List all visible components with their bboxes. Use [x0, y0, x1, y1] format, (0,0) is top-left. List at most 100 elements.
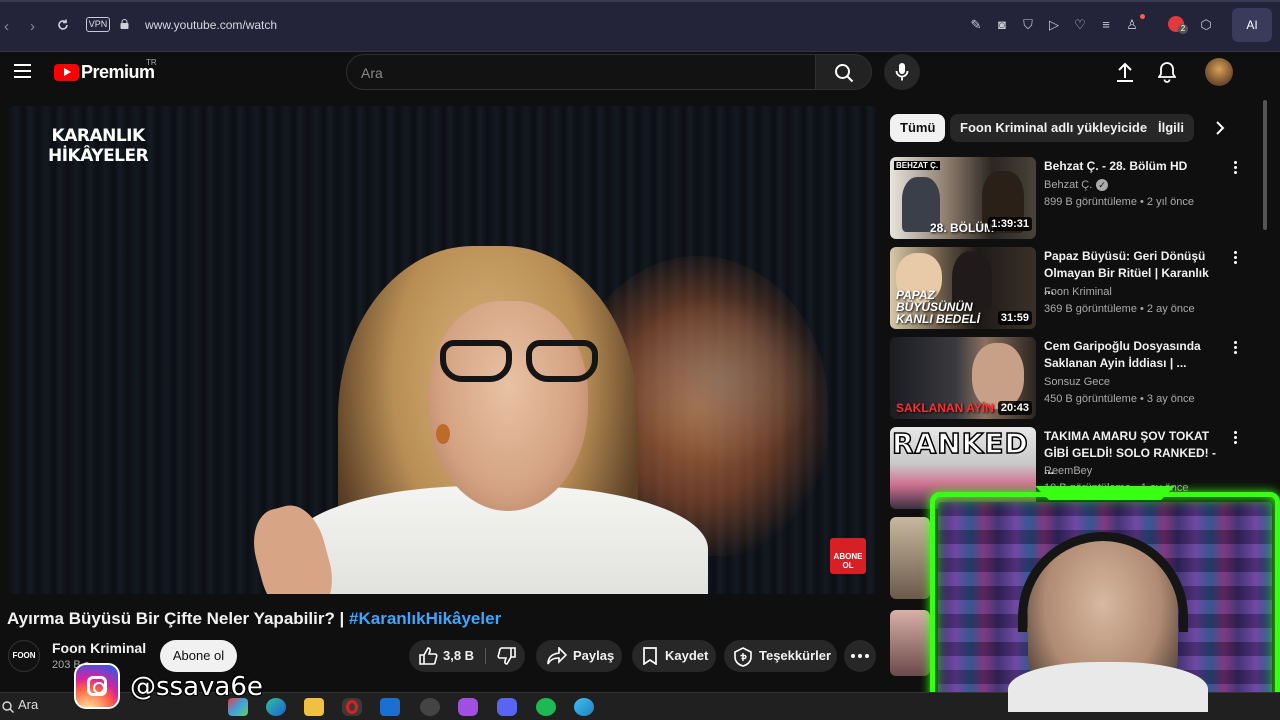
- search-button[interactable]: [816, 54, 872, 90]
- youtube-logo-icon[interactable]: [54, 64, 79, 81]
- thumbs-up-icon: [419, 647, 438, 665]
- youtube-header: Premium TR Ara: [0, 52, 1280, 92]
- video-title: Ayırma Büyüsü Bir Çifte Neler Yapabilir?…: [7, 609, 501, 629]
- rec-thumbnail-3[interactable]: SAKLANAN AYİN 20:43: [890, 337, 1036, 419]
- rec-channel-name: Behzat Ç.: [1044, 179, 1093, 191]
- rec-more-icon[interactable]: [1232, 161, 1238, 177]
- rec-more-icon[interactable]: [1232, 431, 1238, 447]
- upload-icon[interactable]: [1116, 62, 1134, 82]
- chip-from-uploader[interactable]: Foon Kriminal adlı yükleyiciden: [950, 114, 1166, 142]
- like-divider: [485, 648, 486, 664]
- channel-avatar[interactable]: FOON: [8, 640, 40, 672]
- lock-icon[interactable]: [120, 19, 129, 29]
- opera-icon[interactable]: [342, 698, 362, 716]
- taskbar-search-icon[interactable]: [2, 701, 14, 713]
- webcam-shirt: [1008, 662, 1208, 712]
- instagram-handle: @ssava6e: [130, 672, 263, 702]
- taskbar-search[interactable]: Ara: [18, 697, 38, 712]
- page-scrollbar[interactable]: [1263, 100, 1267, 230]
- hashtag-link[interactable]: #KaranlıkHikâyeler: [349, 609, 501, 628]
- bookmark-icon: [643, 647, 657, 665]
- browser-toolbar: ‹ › VPN www.youtube.com/watch ✎ ◙ ⛉ ▷ ♡ …: [0, 0, 1280, 52]
- speaker-glasses: [440, 340, 608, 386]
- thumb-caption: PAPAZ BÜYÜSÜNÜN KANLI BEDELİ: [896, 288, 980, 326]
- country-code: TR: [146, 58, 157, 67]
- address-bar[interactable]: www.youtube.com/watch: [145, 18, 277, 32]
- chip-all[interactable]: Tümü: [890, 114, 946, 142]
- thanks-label: Teşekkürler: [759, 648, 832, 663]
- rec-thumbnail-6[interactable]: [890, 610, 930, 676]
- rec-thumbnail-1[interactable]: BEHZAT Ç. 28. BÖLÜM 1:39:31: [890, 157, 1036, 239]
- notifications-bell-icon[interactable]: [1158, 61, 1176, 83]
- heart-icon[interactable]: ♡: [1072, 17, 1088, 33]
- rec-more-icon[interactable]: [1232, 341, 1238, 357]
- rec-meta-3: 450 B görüntüleme • 3 ay önce: [1044, 393, 1195, 405]
- menu-icon[interactable]: [14, 64, 31, 78]
- discord-icon[interactable]: [497, 698, 517, 716]
- like-count: 3,8 B: [443, 648, 475, 663]
- rec-meta-1: 899 B görüntüleme • 2 yıl önce: [1044, 196, 1194, 208]
- rec-thumbnail-2[interactable]: PAPAZ BÜYÜSÜNÜN KANLI BEDELİ 31:59: [890, 247, 1036, 329]
- file-explorer-icon[interactable]: [304, 698, 324, 716]
- thumb-figure: [972, 343, 1024, 409]
- share-icon: [547, 647, 567, 665]
- profile-icon[interactable]: ♙: [1124, 17, 1140, 33]
- more-actions-button[interactable]: [844, 640, 876, 672]
- youtube-logo-text[interactable]: Premium: [81, 62, 155, 83]
- reload-icon[interactable]: [56, 18, 70, 32]
- forward-icon[interactable]: ›: [30, 18, 35, 35]
- rec-more-icon[interactable]: [1232, 251, 1238, 267]
- back-icon[interactable]: ‹: [4, 18, 9, 35]
- spotify-icon[interactable]: [536, 698, 556, 716]
- rec-channel-3[interactable]: Sonsuz Gece: [1044, 376, 1110, 388]
- like-dislike-group: 3,8 B: [409, 640, 525, 672]
- chip-related[interactable]: İlgili: [1148, 114, 1194, 142]
- rec-meta-2: 369 B görüntüleme • 2 ay önce: [1044, 303, 1195, 315]
- video-duration: 31:59: [997, 311, 1032, 325]
- rec-title-1[interactable]: Behzat Ç. - 28. Bölüm HD: [1044, 158, 1220, 175]
- globe-icon[interactable]: [574, 698, 594, 716]
- camera-icon[interactable]: ◙: [994, 17, 1010, 33]
- video-player[interactable]: KARANLIK HİKÂYELER ABONE OL: [8, 106, 876, 594]
- microphone-icon: [895, 63, 909, 81]
- verified-icon: ✓: [1096, 179, 1108, 191]
- rec-channel-4[interactable]: ReemBey: [1044, 465, 1092, 477]
- ai-label: AI: [1246, 18, 1258, 32]
- speaker-face: [428, 301, 588, 511]
- thumb-tag: BEHZAT Ç.: [894, 161, 941, 170]
- cube-icon[interactable]: ⬡: [1198, 17, 1214, 33]
- thanks-button[interactable]: Teşekkürler: [724, 640, 837, 672]
- save-button[interactable]: Kaydet: [632, 640, 716, 672]
- voice-search-button[interactable]: [884, 54, 920, 90]
- edge-icon[interactable]: [266, 698, 286, 716]
- shield-icon[interactable]: ⛉: [1020, 17, 1036, 33]
- thumb-caption: 28. BÖLÜM: [930, 221, 995, 235]
- dislike-button[interactable]: [487, 640, 525, 672]
- ai-button[interactable]: AI: [1232, 8, 1272, 42]
- like-button[interactable]: 3,8 B: [409, 640, 485, 672]
- vpn-badge[interactable]: VPN: [86, 17, 110, 32]
- rec-thumbnail-5[interactable]: [890, 517, 930, 599]
- channel-name[interactable]: Foon Kriminal: [52, 640, 146, 656]
- avatar[interactable]: [1205, 58, 1233, 86]
- chevron-right-icon[interactable]: [1214, 120, 1226, 136]
- app-icon[interactable]: [458, 698, 478, 716]
- watermark-line-2: HİKÂYELER: [48, 146, 149, 166]
- notification-dot: [1140, 14, 1145, 19]
- rec-channel-1[interactable]: Behzat Ç. ✓: [1044, 179, 1108, 191]
- channel-watermark: KARANLIK HİKÂYELER: [48, 126, 149, 166]
- list-icon[interactable]: ≡: [1098, 17, 1114, 33]
- search-input[interactable]: Ara: [346, 54, 816, 90]
- thumb-caption: RANKED: [891, 427, 1029, 461]
- outlook-icon[interactable]: [380, 698, 400, 716]
- play-icon[interactable]: ▷: [1046, 17, 1062, 33]
- extension-icon[interactable]: 2: [1166, 14, 1190, 38]
- chatgpt-icon[interactable]: [420, 698, 440, 716]
- rec-channel-2[interactable]: Foon Kriminal: [1044, 286, 1112, 298]
- subscribe-watermark-button[interactable]: ABONE OL: [830, 538, 866, 574]
- subscribe-button[interactable]: Abone ol: [160, 640, 237, 672]
- speaker-earring: [436, 424, 450, 444]
- edit-icon[interactable]: ✎: [968, 17, 984, 33]
- rec-title-3[interactable]: Cem Garipoğlu Dosyasında Saklanan Ayin İ…: [1044, 338, 1220, 372]
- share-button[interactable]: Paylaş: [536, 640, 622, 672]
